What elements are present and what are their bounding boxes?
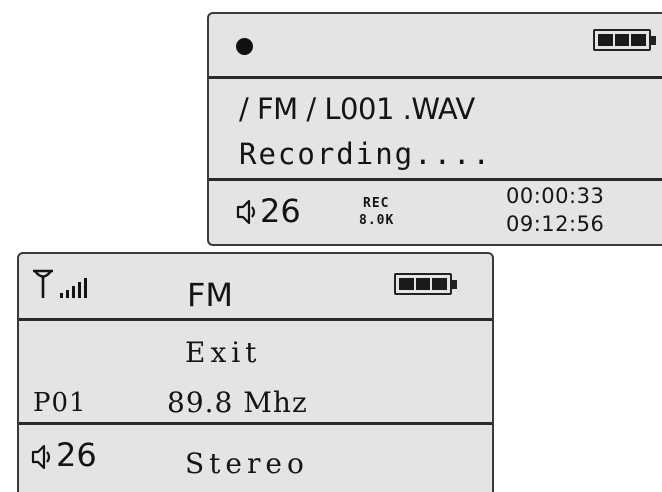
- file-path: / FM / L001 .WAV: [239, 92, 475, 126]
- mode-title: FM: [187, 276, 234, 314]
- audio-mode: Stereo: [185, 447, 309, 480]
- menu-item-exit[interactable]: Exit: [185, 336, 261, 369]
- footer-divider: [19, 422, 492, 425]
- antenna-signal-icon: [33, 269, 87, 298]
- format-label: REC: [363, 196, 390, 211]
- recording-status: Recording....: [239, 137, 492, 171]
- preset-number: P01: [33, 388, 87, 418]
- footer-divider: [209, 178, 662, 181]
- fm-radio-screen: FM Exit P01 89.8 Mhz 26 Stereo: [17, 252, 494, 492]
- speaker-icon: [236, 199, 256, 225]
- frequency-readout: 89.8 Mhz: [167, 386, 308, 419]
- speaker-icon: [31, 444, 51, 470]
- volume-level: 26: [56, 436, 97, 474]
- recording-screen: / FM / L001 .WAV Recording.... 26 REC 8.…: [207, 12, 662, 246]
- remaining-time: 09:12:56: [506, 212, 605, 236]
- battery-full-icon: [394, 273, 457, 295]
- header-divider: [209, 76, 662, 79]
- volume-level: 26: [260, 192, 301, 230]
- record-dot-icon: [236, 38, 253, 55]
- bitrate-label: 8.0K: [359, 213, 395, 228]
- header-divider: [19, 318, 492, 321]
- battery-full-icon: [593, 29, 656, 51]
- elapsed-time: 00:00:33: [506, 184, 605, 208]
